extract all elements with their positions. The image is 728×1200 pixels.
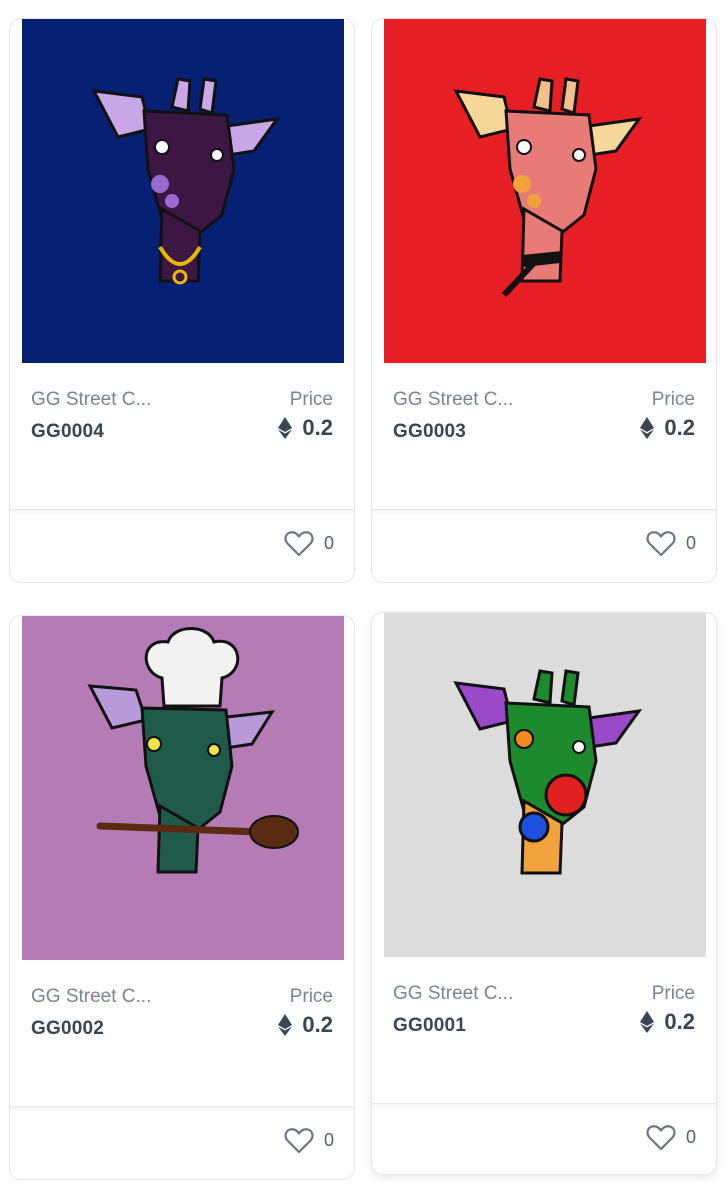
like-button[interactable]: 0 bbox=[646, 530, 696, 557]
ethereum-icon bbox=[640, 1011, 655, 1033]
nft-card[interactable]: GG Street C... GG0004 Price 0.2 0 bbox=[9, 18, 355, 583]
collection-name: GG Street C... bbox=[393, 389, 514, 410]
price-label: Price bbox=[289, 986, 333, 1007]
like-button[interactable]: 0 bbox=[646, 1124, 696, 1151]
collection-name: GG Street C... bbox=[393, 983, 514, 1004]
nft-artwork-image[interactable] bbox=[384, 613, 706, 957]
token-id[interactable]: GG0002 bbox=[31, 1018, 104, 1040]
collection-name: GG Street C... bbox=[31, 986, 152, 1007]
like-count: 0 bbox=[685, 533, 696, 553]
price-value: 0.2 bbox=[664, 415, 695, 440]
token-id[interactable]: GG0001 bbox=[393, 1015, 466, 1037]
nft-artwork-image[interactable] bbox=[384, 19, 706, 363]
token-id[interactable]: GG0004 bbox=[31, 421, 104, 443]
collection-name: GG Street C... bbox=[31, 389, 152, 410]
like-button[interactable]: 0 bbox=[284, 1127, 334, 1154]
like-count: 0 bbox=[323, 1130, 334, 1150]
card-footer: 0 bbox=[372, 1103, 716, 1174]
card-footer: 0 bbox=[10, 509, 354, 582]
nft-card[interactable]: GG Street C... GG0003 Price 0.2 0 bbox=[371, 18, 717, 583]
ethereum-icon bbox=[278, 1014, 293, 1036]
heart-outline-icon bbox=[646, 1125, 676, 1151]
heart-outline-icon bbox=[284, 531, 314, 557]
price-row: 0.2 bbox=[278, 415, 333, 441]
price-row: 0.2 bbox=[640, 415, 695, 441]
price-row: 0.2 bbox=[278, 1012, 333, 1038]
nft-artwork-image[interactable] bbox=[22, 19, 344, 363]
nft-artwork-image[interactable] bbox=[22, 616, 344, 960]
card-footer: 0 bbox=[10, 1106, 354, 1179]
price-value: 0.2 bbox=[302, 1012, 333, 1037]
price-label: Price bbox=[651, 983, 695, 1004]
price-value: 0.2 bbox=[664, 1009, 695, 1034]
price-row: 0.2 bbox=[640, 1009, 695, 1035]
ethereum-icon bbox=[278, 417, 293, 439]
heart-outline-icon bbox=[284, 1128, 314, 1154]
price-label: Price bbox=[289, 389, 333, 410]
nft-card[interactable]: GG Street C... GG0001 Price 0.2 0 bbox=[371, 612, 717, 1175]
nft-card[interactable]: GG Street C... GG0002 Price 0.2 0 bbox=[9, 615, 355, 1180]
like-count: 0 bbox=[685, 1127, 696, 1147]
heart-outline-icon bbox=[646, 531, 676, 557]
like-button[interactable]: 0 bbox=[284, 530, 334, 557]
ethereum-icon bbox=[640, 417, 655, 439]
price-label: Price bbox=[651, 389, 695, 410]
card-footer: 0 bbox=[372, 509, 716, 582]
token-id[interactable]: GG0003 bbox=[393, 421, 466, 443]
price-value: 0.2 bbox=[302, 415, 333, 440]
like-count: 0 bbox=[323, 533, 334, 553]
